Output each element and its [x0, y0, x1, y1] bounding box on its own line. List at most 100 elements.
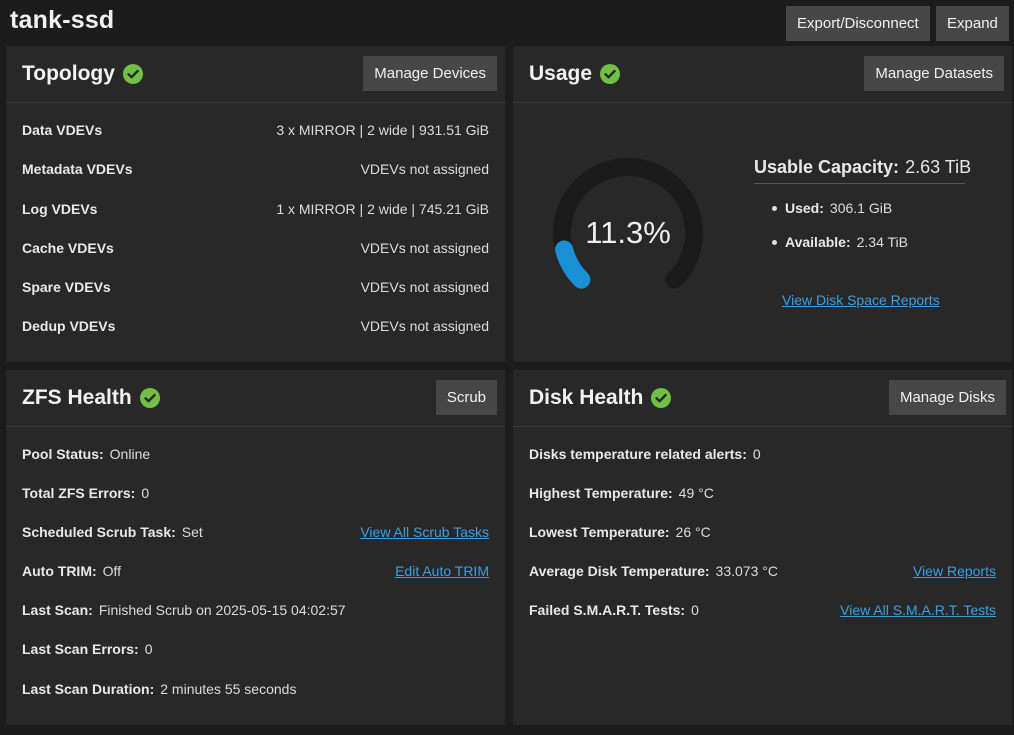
- available-value: 2.34 TiB: [856, 234, 908, 250]
- usage-percent: 11.3%: [585, 215, 671, 250]
- row-label: Lowest Temperature:: [529, 524, 670, 540]
- disk-health-title-text: Disk Health: [529, 386, 644, 409]
- usage-card: Usage Manage Datasets 11.3% Usable Capac…: [513, 46, 1012, 362]
- zfs-row: Pool Status: Online: [22, 444, 489, 464]
- row-label: Failed S.M.A.R.T. Tests:: [529, 602, 686, 618]
- topology-card: Topology Manage Devices Data VDEVs 3 x M…: [6, 46, 505, 362]
- used-row: Used: 306.1 GiB: [772, 198, 892, 218]
- capacity-divider: [754, 183, 965, 184]
- disk-row: Disks temperature related alerts: 0: [529, 444, 996, 464]
- disk-health-header: Disk Health Manage Disks: [513, 370, 1012, 427]
- zfs-row: Last Scan Errors: 0: [22, 639, 489, 659]
- zfs-row: Auto TRIM: Off Edit Auto TRIM: [22, 561, 489, 581]
- topology-title-text: Topology: [22, 62, 115, 85]
- row-label: Disks temperature related alerts:: [529, 446, 747, 462]
- row-label: Spare VDEVs: [22, 279, 111, 295]
- row-value: Online: [109, 446, 151, 462]
- usable-capacity-value: 2.63 TiB: [905, 157, 972, 177]
- row-label: Auto TRIM:: [22, 563, 97, 579]
- usage-gauge: 11.3%: [551, 156, 705, 310]
- topology-row: Log VDEVs 1 x MIRROR | 2 wide | 745.21 G…: [22, 199, 489, 219]
- disk-row: Lowest Temperature: 26 °C: [529, 522, 996, 542]
- row-value: VDEVs not assigned: [360, 318, 489, 334]
- row-label: Dedup VDEVs: [22, 318, 116, 334]
- zfs-row: Scheduled Scrub Task: Set View All Scrub …: [22, 522, 489, 542]
- row-label: Scheduled Scrub Task:: [22, 524, 176, 540]
- view-all-scrub-tasks-link[interactable]: View All Scrub Tasks: [360, 522, 489, 542]
- row-label: Last Scan Errors:: [22, 641, 139, 657]
- used-label: Used:: [785, 200, 824, 216]
- expand-button[interactable]: Expand: [936, 6, 1009, 41]
- topology-title: Topology: [22, 62, 143, 86]
- disk-health-card: Disk Health Manage Disks Disks temperatu…: [513, 370, 1012, 725]
- row-label: Pool Status:: [22, 446, 104, 462]
- topology-header: Topology Manage Devices: [6, 46, 505, 103]
- row-value: 0: [752, 446, 761, 462]
- row-value: Off: [102, 563, 122, 579]
- row-value: VDEVs not assigned: [360, 279, 489, 295]
- row-label: Cache VDEVs: [22, 240, 114, 256]
- row-value: 26 °C: [675, 524, 711, 540]
- row-value: 3 x MIRROR | 2 wide | 931.51 GiB: [276, 122, 489, 138]
- row-value: 2 minutes 55 seconds: [160, 681, 297, 697]
- row-value: 0: [141, 485, 150, 501]
- row-label: Metadata VDEVs: [22, 161, 133, 177]
- row-label: Last Scan:: [22, 602, 93, 618]
- disk-row: Highest Temperature: 49 °C: [529, 483, 996, 503]
- export-disconnect-button[interactable]: Export/Disconnect: [786, 6, 930, 41]
- topology-row: Spare VDEVs VDEVs not assigned: [22, 277, 489, 297]
- zfs-health-header: ZFS Health Scrub: [6, 370, 505, 427]
- check-circle-icon: [600, 64, 621, 84]
- edit-auto-trim-link[interactable]: Edit Auto TRIM: [395, 561, 489, 581]
- zfs-health-card: ZFS Health Scrub Pool Status: Online Tota…: [6, 370, 505, 725]
- row-label: Average Disk Temperature:: [529, 563, 710, 579]
- row-label: Last Scan Duration:: [22, 681, 155, 697]
- zfs-row: Last Scan: Finished Scrub on 2025-05-15 0…: [22, 600, 489, 620]
- check-circle-icon: [651, 388, 672, 408]
- topology-row: Metadata VDEVs VDEVs not assigned: [22, 159, 489, 179]
- disk-health-title: Disk Health: [529, 386, 672, 410]
- row-value: VDEVs not assigned: [360, 161, 489, 177]
- row-value: 49 °C: [678, 485, 714, 501]
- view-reports-link[interactable]: View Reports: [913, 561, 996, 581]
- row-label: Log VDEVs: [22, 201, 98, 217]
- manage-datasets-button[interactable]: Manage Datasets: [864, 56, 1004, 91]
- scrub-button[interactable]: Scrub: [435, 380, 497, 415]
- bullet-icon: [772, 239, 777, 245]
- available-row: Available: 2.34 TiB: [772, 232, 908, 252]
- row-value: VDEVs not assigned: [360, 240, 489, 256]
- row-value: 1 x MIRROR | 2 wide | 745.21 GiB: [276, 201, 489, 217]
- check-circle-icon: [139, 388, 160, 408]
- zfs-row: Last Scan Duration: 2 minutes 55 seconds: [22, 679, 489, 699]
- row-value: Set: [181, 524, 203, 540]
- topology-row: Cache VDEVs VDEVs not assigned: [22, 238, 489, 258]
- view-disk-space-reports-link[interactable]: View Disk Space Reports: [782, 290, 940, 310]
- topology-row: Data VDEVs 3 x MIRROR | 2 wide | 931.51 …: [22, 120, 489, 140]
- disk-row: Average Disk Temperature: 33.073 °C View …: [529, 561, 996, 581]
- bullet-icon: [772, 205, 777, 211]
- usage-title-text: Usage: [529, 62, 593, 85]
- view-all-smart-tests-link[interactable]: View All S.M.A.R.T. Tests: [840, 600, 996, 620]
- usage-header: Usage Manage Datasets: [513, 46, 1012, 103]
- available-label: Available:: [785, 234, 851, 250]
- zfs-health-title: ZFS Health: [22, 386, 160, 410]
- used-value: 306.1 GiB: [829, 200, 893, 216]
- manage-disks-button[interactable]: Manage Disks: [888, 380, 1006, 415]
- disk-row: Failed S.M.A.R.T. Tests: 0 View All S.M.A…: [529, 600, 996, 620]
- row-value: 0: [691, 602, 699, 618]
- row-label: Highest Temperature:: [529, 485, 673, 501]
- usable-capacity: Usable Capacity: 2.63 TiB: [754, 157, 971, 178]
- row-label: Data VDEVs: [22, 122, 103, 138]
- row-value: Finished Scrub on 2025-05-15 04:02:57: [98, 602, 346, 618]
- row-value: 0: [144, 641, 153, 657]
- manage-devices-button[interactable]: Manage Devices: [363, 56, 497, 91]
- pool-title: tank-ssd: [10, 6, 115, 34]
- check-circle-icon: [122, 64, 143, 84]
- usage-title: Usage: [529, 62, 621, 86]
- row-label: Total ZFS Errors:: [22, 485, 136, 501]
- row-value: 33.073 °C: [715, 563, 778, 579]
- topology-row: Dedup VDEVs VDEVs not assigned: [22, 316, 489, 336]
- usable-capacity-label: Usable Capacity:: [754, 157, 900, 177]
- zfs-health-title-text: ZFS Health: [22, 386, 132, 409]
- zfs-row: Total ZFS Errors: 0: [22, 483, 489, 503]
